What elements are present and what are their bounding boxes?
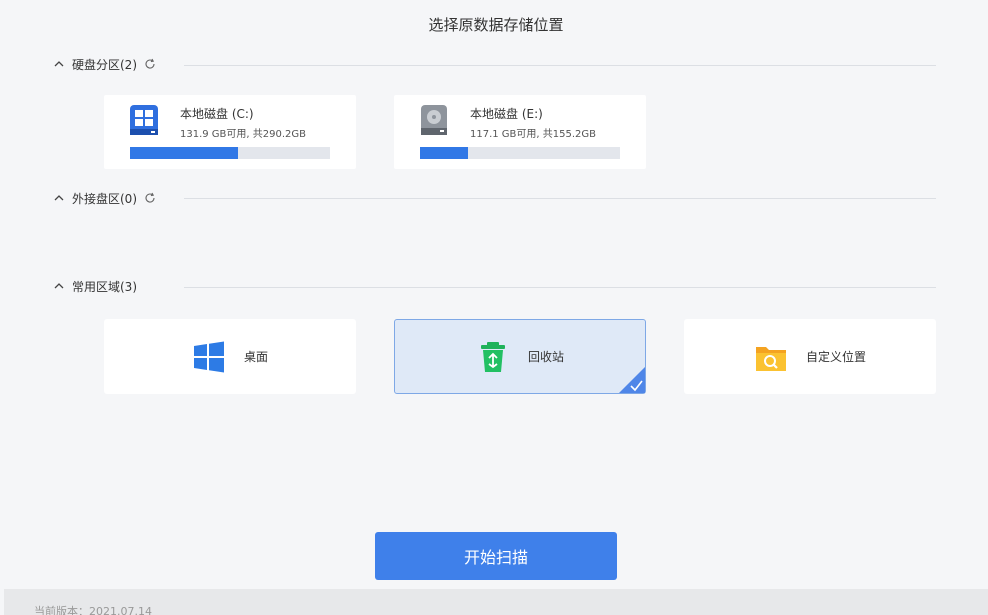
section-header-disks[interactable]: 硬盘分区(2): [52, 54, 157, 74]
location-label: 自定义位置: [805, 350, 866, 364]
disk-name: 本地磁盘 (E:): [470, 107, 543, 121]
section-header-external[interactable]: 外接盘区(0): [52, 188, 157, 208]
divider: [184, 65, 936, 66]
selected-check-icon: [619, 367, 645, 393]
disk-usage-bar: [420, 147, 620, 159]
disk-name: 本地磁盘 (C:): [180, 107, 254, 121]
start-scan-button[interactable]: 开始扫描: [375, 532, 617, 580]
section-header-common[interactable]: 常用区域(3): [52, 276, 137, 296]
disk-usage-fill: [130, 147, 238, 159]
location-label: 桌面: [243, 350, 268, 364]
disk-usage-fill: [420, 147, 468, 159]
section-label: 硬盘分区(2): [72, 57, 137, 72]
section-label: 常用区域(3): [72, 279, 137, 294]
location-label: 回收站: [527, 350, 564, 364]
divider: [184, 287, 936, 288]
location-card-custom[interactable]: 自定义位置: [684, 319, 936, 394]
windows-drive-icon: [128, 103, 160, 137]
disk-size: 117.1 GB可用, 共155.2GB: [470, 129, 597, 140]
disk-usage-bar: [130, 147, 330, 159]
disk-card-c[interactable]: 本地磁盘 (C:) 131.9 GB可用, 共290.2GB: [104, 95, 356, 169]
folder-search-icon: [754, 340, 788, 374]
recycle-bin-icon: [476, 340, 510, 374]
main-panel: 选择原数据存储位置 硬盘分区(2) 本地磁盘 (C:) 131.9 GB可用, …: [4, 0, 988, 589]
divider: [184, 198, 936, 199]
page-title: 选择原数据存储位置: [428, 16, 564, 34]
location-card-desktop[interactable]: 桌面: [104, 319, 356, 394]
disk-card-e[interactable]: 本地磁盘 (E:) 117.1 GB可用, 共155.2GB: [394, 95, 646, 169]
section-label: 外接盘区(0): [72, 191, 137, 206]
hard-drive-icon: [418, 103, 450, 137]
chevron-up-icon[interactable]: [52, 279, 66, 293]
disk-size: 131.9 GB可用, 共290.2GB: [180, 129, 307, 140]
version-text: 当前版本：2021.07.14: [34, 605, 152, 615]
chevron-up-icon[interactable]: [52, 191, 66, 205]
refresh-icon[interactable]: [143, 191, 157, 205]
refresh-icon[interactable]: [143, 57, 157, 71]
footer: 当前版本：2021.07.14: [4, 589, 988, 615]
location-card-recycle-bin[interactable]: 回收站: [394, 319, 646, 394]
windows-logo-icon: [192, 340, 226, 374]
chevron-up-icon[interactable]: [52, 57, 66, 71]
